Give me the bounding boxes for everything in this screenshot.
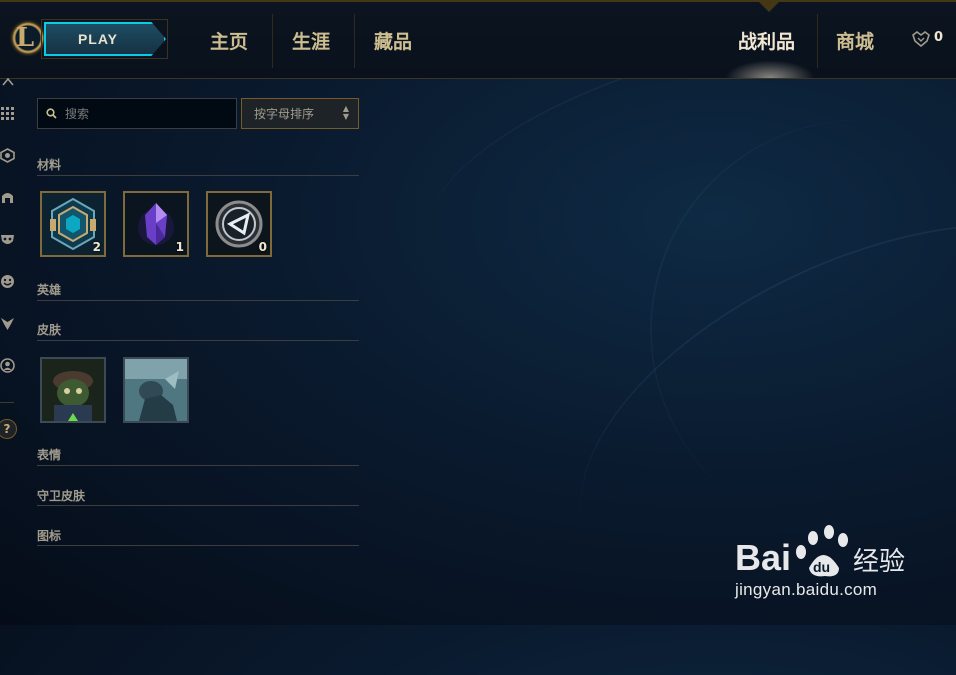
item-count: 2 — [92, 240, 101, 254]
section-title-emotes: 表情 — [37, 448, 62, 462]
play-button-label: PLAY — [77, 31, 119, 47]
sort-dropdown[interactable]: 按字母排序 ▲ ▼ — [241, 98, 359, 129]
dropdown-arrows-icon: ▲ ▼ — [342, 104, 349, 121]
skin-portrait-icon — [125, 359, 187, 421]
section-title-ward-skins: 守卫皮肤 — [37, 489, 86, 503]
loot-tile-hextech-key[interactable]: 0 — [206, 191, 272, 257]
nav-divider — [354, 14, 355, 68]
section-divider — [37, 175, 359, 176]
svg-text:du: du — [813, 559, 830, 575]
nav-divider — [272, 14, 273, 68]
top-navigation-bar: L PLAY 主页 生涯 藏品 战利品 商城 0 — [0, 0, 956, 79]
section-title-icons: 图标 — [37, 529, 62, 543]
item-count: 1 — [175, 240, 184, 254]
section-divider — [37, 300, 359, 301]
loot-tile-skin-1[interactable] — [40, 357, 106, 423]
svg-text:经验: 经验 — [853, 547, 905, 577]
active-tab-notch — [757, 0, 781, 12]
search-icon — [46, 108, 57, 119]
rail-top-arrow-icon[interactable] — [0, 74, 15, 89]
materials-filter-icon[interactable] — [0, 148, 15, 163]
rail-divider — [0, 402, 14, 403]
sort-dropdown-value: 按字母排序 — [254, 107, 315, 121]
search-input[interactable] — [63, 105, 227, 122]
section-divider — [37, 505, 359, 506]
grid-all-icon[interactable] — [0, 106, 15, 121]
section-divider — [37, 340, 359, 341]
section-title-champions: 英雄 — [37, 283, 62, 297]
loot-tile-skin-2[interactable] — [123, 357, 189, 423]
riot-points-icon — [912, 31, 930, 47]
skin-mask-icon[interactable] — [0, 232, 15, 247]
play-button[interactable]: PLAY — [44, 22, 166, 56]
item-count: 0 — [258, 240, 267, 254]
section-divider — [37, 545, 359, 546]
svg-text:Bai: Bai — [735, 537, 791, 578]
section-title-skins: 皮肤 — [37, 323, 62, 337]
riot-points-value: 0 — [934, 30, 944, 45]
active-tab-glow — [725, 60, 815, 78]
loot-tile-hextech-chest[interactable]: 2 — [40, 191, 106, 257]
loot-tile-essence-crystal[interactable]: 1 — [123, 191, 189, 257]
emote-face-icon[interactable] — [0, 274, 15, 289]
profile-icon-filter-icon[interactable] — [0, 358, 15, 373]
nav-divider — [817, 14, 818, 68]
help-icon[interactable]: ? — [0, 419, 17, 439]
tab-loot[interactable]: 战利品 — [738, 28, 795, 56]
background-streak — [590, 60, 956, 600]
baidu-watermark-logo: Bai du 经验 — [735, 525, 905, 578]
tab-home[interactable]: 主页 — [210, 28, 248, 56]
tab-collection[interactable]: 藏品 — [374, 28, 412, 56]
champion-helmet-icon[interactable] — [0, 190, 15, 205]
tab-profile[interactable]: 生涯 — [292, 28, 330, 56]
watermark-url: jingyan.baidu.com — [735, 580, 878, 599]
section-divider — [37, 465, 359, 466]
search-field[interactable] — [37, 98, 237, 129]
ward-icon[interactable] — [0, 316, 15, 331]
skin-portrait-icon — [42, 359, 104, 421]
section-title-materials: 材料 — [37, 158, 62, 172]
tab-store[interactable]: 商城 — [836, 28, 874, 56]
